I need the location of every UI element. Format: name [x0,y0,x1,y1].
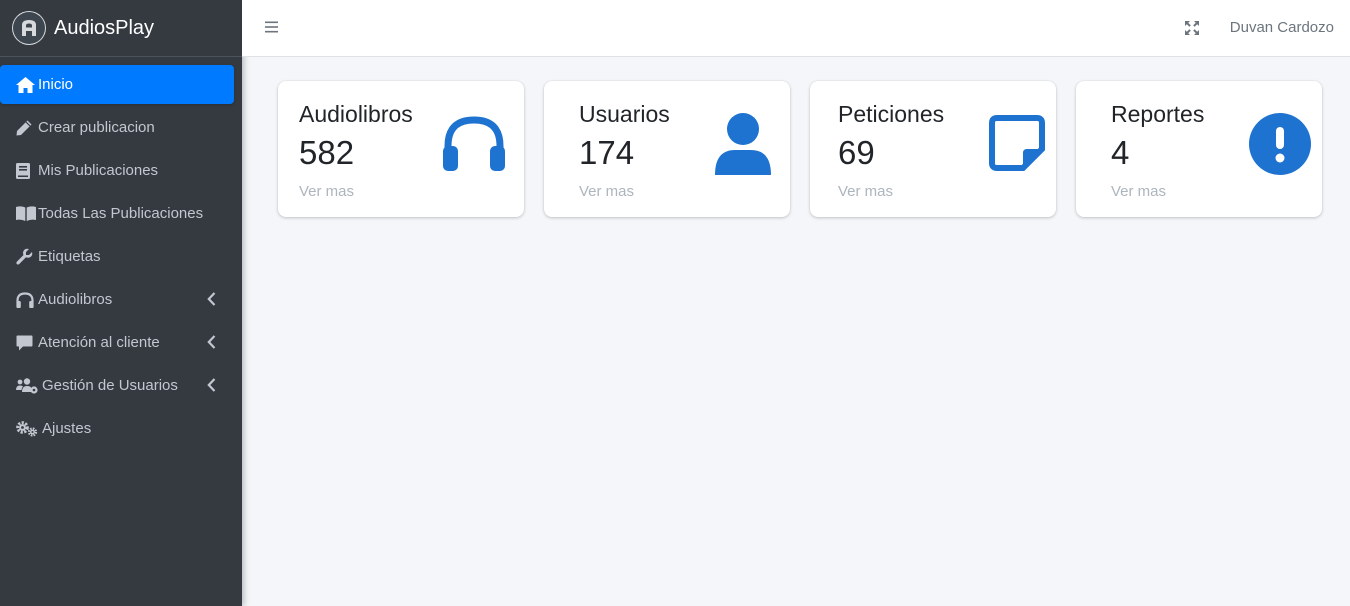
sidebar-item-label: Mis Publicaciones [38,162,159,179]
headphones-icon [442,116,506,177]
sidebar-item-inicio[interactable]: Inicio [0,65,234,104]
sticky-note-icon [989,115,1045,176]
card-count: 69 [838,134,875,171]
ver-mas-link[interactable]: Ver mas [579,183,634,200]
ver-mas-link[interactable]: Ver mas [299,183,354,200]
card-count: 582 [299,134,355,171]
card-count: 4 [1111,134,1130,171]
sidebar-item-mis-publicaciones[interactable]: Mis Publicaciones [0,151,234,190]
card-count: 174 [579,134,635,171]
sidebar-item-label: Atención al cliente [38,334,160,351]
sidebar-item-label: Inicio [38,76,74,93]
ver-mas-link[interactable]: Ver mas [838,183,893,200]
book-open-icon [16,205,36,223]
comment-icon [16,334,36,352]
expand-icon[interactable] [1184,20,1200,41]
card-reportes: Reportes 4 Ver mas [1076,81,1322,217]
brand-name: AudiosPlay [54,16,155,39]
user-icon [715,112,771,181]
user-menu[interactable]: Duvan Cardozo [1230,19,1334,36]
headphones-icon [16,291,36,309]
sidebar-item-label: Ajustes [42,420,92,437]
sidebar-item-label: Crear publicacion [38,119,155,136]
chevron-left-icon [207,292,216,310]
top-navbar: Duvan Cardozo [242,0,1350,57]
sidebar-item-audiolibros[interactable]: Audiolibros [0,280,234,319]
brand-link[interactable]: AudiosPlay [0,0,242,57]
card-title: Audiolibros [299,101,413,127]
sidebar-item-gestion-usuarios[interactable]: Gestión de Usuarios [0,366,234,405]
cogs-icon [16,420,40,438]
card-title: Peticiones [838,101,945,127]
sidebar-item-todas-publicaciones[interactable]: Todas Las Publicaciones [0,194,234,233]
book-icon [16,162,36,180]
ver-mas-link[interactable]: Ver mas [1111,183,1166,200]
pencil-icon [16,119,36,137]
sidebar-item-crear-publicacion[interactable]: Crear publicacion [0,108,234,147]
sidebar-item-label: Audiolibros [38,291,113,308]
chevron-left-icon [207,378,216,396]
audiosplay-logo-icon [12,11,46,45]
sidebar-item-ajustes[interactable]: Ajustes [0,409,234,448]
sidebar-item-etiquetas[interactable]: Etiquetas [0,237,234,276]
home-icon [16,76,36,94]
card-audiolibros: Audiolibros 582 Ver mas [278,81,524,217]
sidebar-nav: Inicio Crear publicacion Mis Publicacion… [0,57,242,448]
sidebar-item-label: Gestión de Usuarios [42,377,178,394]
sidebar: AudiosPlay Inicio Crear publicacion Mis … [0,0,242,606]
exclamation-circle-icon [1249,113,1311,180]
hamburger-icon[interactable] [264,20,280,39]
card-usuarios: Usuarios 174 Ver mas [544,81,790,217]
card-title: Reportes [1111,101,1205,127]
users-cog-icon [16,377,40,395]
sidebar-item-atencion-cliente[interactable]: Atención al cliente [0,323,234,362]
chevron-left-icon [207,335,216,353]
card-title: Usuarios [579,101,670,127]
sidebar-item-label: Todas Las Publicaciones [38,205,204,222]
sidebar-item-label: Etiquetas [38,248,101,265]
wrench-icon [16,248,36,266]
card-peticiones: Peticiones 69 Ver mas [810,81,1056,217]
